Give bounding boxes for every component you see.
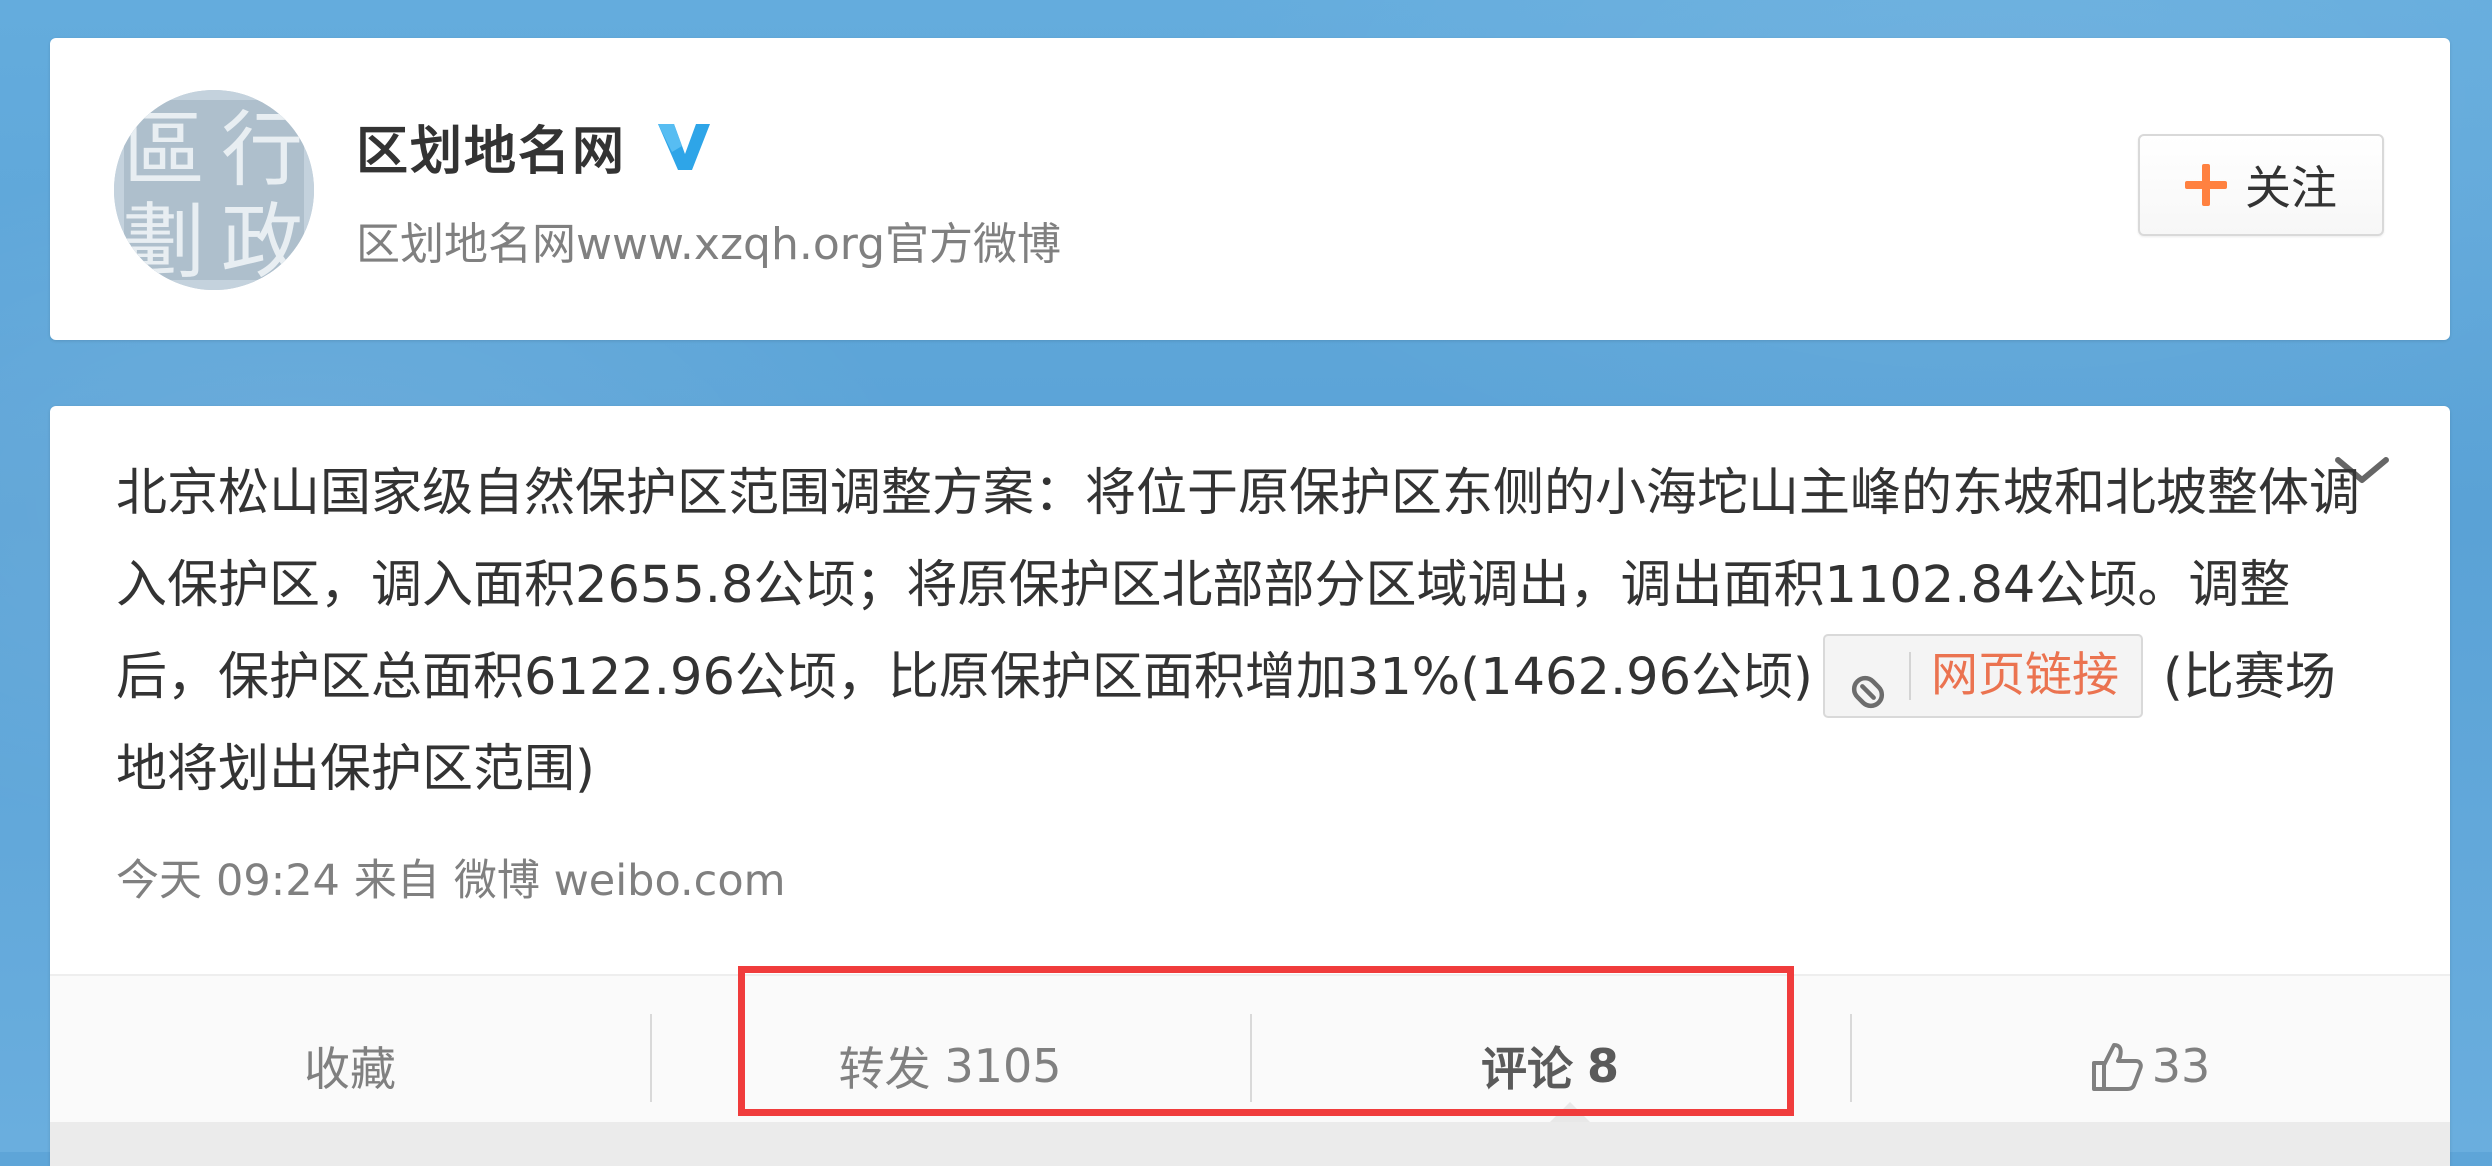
post-time[interactable]: 09:24 [216, 856, 340, 906]
post-card: 北京松山国家级自然保护区范围调整方案：将位于原保护区东侧的小海坨山主峰的东坡和北… [50, 406, 2450, 1166]
post-source[interactable]: 微博 weibo.com [454, 856, 786, 906]
comment-tab-pointer [1550, 1102, 1590, 1122]
follow-label: 关注 [2245, 161, 2337, 215]
comment-label: 评论 [1480, 1042, 1573, 1096]
plus-icon [2185, 164, 2227, 206]
avatar[interactable]: 區 行 劃 政 [114, 90, 314, 290]
post-text: 北京松山国家级自然保护区范围调整方案：将位于原保护区东侧的小海坨山主峰的东坡和北… [116, 448, 2366, 816]
profile-card: 區 行 劃 政 区划地名网 区划地名网www.xzqh.org官方微博 关注 [50, 38, 2450, 340]
post-date: 今天 [116, 856, 202, 906]
verified-v-icon[interactable] [652, 114, 716, 178]
avatar-seal-image: 區 行 劃 政 [114, 90, 314, 290]
avatar-glyph: 劃 [123, 195, 205, 290]
comment-count: 8 [1586, 1039, 1619, 1093]
repost-count: 3105 [944, 1039, 1062, 1093]
thumbs-up-icon [2090, 1039, 2144, 1093]
profile-name-row: 区划地名网 [356, 114, 716, 182]
avatar-glyph: 區 [123, 103, 205, 198]
link-paperclip-icon [1845, 653, 1891, 709]
post-meta: 今天 09:24 来自 微博 weibo.com [116, 846, 800, 908]
follow-button[interactable]: 关注 [2138, 134, 2384, 236]
profile-description: 区划地名网www.xzqh.org官方微博 [356, 219, 1062, 270]
link-separator [1908, 652, 1911, 700]
post-from-label: 来自 [353, 856, 440, 906]
web-link-label: 网页链接 [1930, 648, 2119, 703]
repost-label: 转发 [838, 1042, 931, 1096]
comment-area-strip [50, 1122, 2450, 1166]
favorite-label: 收藏 [304, 1042, 396, 1096]
web-link-button[interactable]: 网页链接 [1822, 634, 2143, 718]
profile-name[interactable]: 区划地名网 [356, 109, 626, 184]
avatar-glyph: 政 [221, 195, 303, 290]
like-count: 33 [2151, 1039, 2211, 1093]
avatar-glyph: 行 [221, 103, 303, 198]
